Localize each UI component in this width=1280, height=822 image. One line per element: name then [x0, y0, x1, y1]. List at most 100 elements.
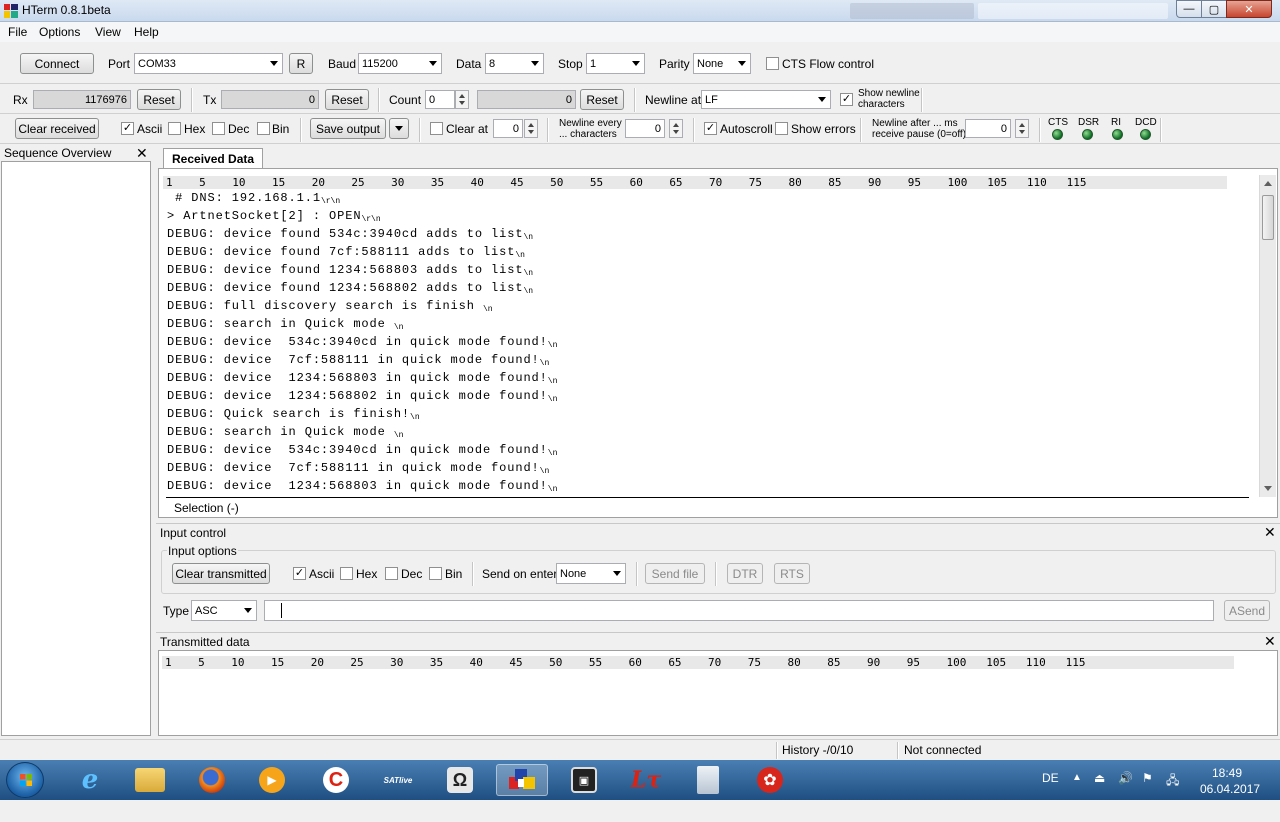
ascii-checkbox[interactable]: ✓ [121, 122, 134, 135]
received-scrollbar[interactable] [1259, 175, 1276, 497]
separator [472, 562, 474, 586]
media-player-icon[interactable]: ▶ [246, 764, 298, 796]
calculator-icon[interactable] [682, 764, 734, 796]
newline-marker: \n [547, 341, 558, 350]
terminal-line: DEBUG: device 1234:568802 in quick mode … [167, 389, 1252, 407]
input-bin-checkbox[interactable] [429, 567, 442, 580]
refresh-ports-button[interactable]: R [289, 53, 313, 74]
send-file-button[interactable]: Send file [645, 563, 705, 584]
dec-checkbox[interactable] [212, 122, 225, 135]
terminal-line: DEBUG: search in Quick mode \n [167, 425, 1252, 443]
bin-checkbox[interactable] [257, 122, 270, 135]
hex-label: Hex [184, 122, 206, 136]
newline-every-spinner[interactable] [669, 119, 683, 138]
scroll-thumb[interactable] [1262, 195, 1274, 240]
title-bar: HTerm 0.8.1beta — ▢ ✕ [0, 0, 1280, 22]
clear-at-checkbox[interactable] [430, 122, 443, 135]
hterm-taskbar-icon[interactable] [496, 764, 548, 796]
baud-select[interactable]: 115200 [358, 53, 442, 74]
stop-bits-select[interactable]: 1 [586, 53, 645, 74]
windows-logo-icon [20, 774, 32, 786]
terminal-line: DEBUG: device 7cf:588111 in quick mode f… [167, 461, 1252, 479]
clear-at-input[interactable]: 0 [493, 119, 523, 138]
sequence-overview-close-icon[interactable]: ✕ [136, 146, 148, 160]
hex-checkbox[interactable] [168, 122, 181, 135]
send-on-enter-select[interactable]: None [556, 563, 626, 584]
network-icon[interactable]: 🖧 [1166, 771, 1179, 811]
port-select[interactable]: COM33 [134, 53, 283, 74]
bug-app-icon[interactable]: ✿ [744, 764, 796, 796]
scroll-down-icon[interactable] [1264, 486, 1272, 491]
newline-after-spinner[interactable] [1015, 119, 1029, 138]
input-dec-checkbox[interactable] [385, 567, 398, 580]
clear-at-spinner[interactable] [524, 119, 538, 138]
cts-flow-checkbox[interactable] [766, 57, 779, 70]
clear-received-button[interactable]: Clear received [15, 118, 99, 139]
ccleaner-icon[interactable]: C [310, 764, 362, 796]
rts-button[interactable]: RTS [774, 563, 810, 584]
type-select[interactable]: ASC [191, 600, 257, 621]
language-indicator[interactable]: DE [1042, 771, 1059, 811]
terminal-line-text: DEBUG: device 7cf:588111 in quick mode f… [167, 353, 540, 367]
data-bits-label: Data [456, 57, 482, 71]
terminal-line-text: DEBUG: device 1234:568803 in quick mode … [167, 371, 548, 385]
count-reset-button[interactable]: Reset [580, 89, 624, 110]
ltspice-icon[interactable]: Lτ [620, 764, 672, 796]
usb-device-icon[interactable]: ⏏ [1094, 771, 1105, 811]
asend-button[interactable]: ASend [1224, 600, 1270, 621]
scroll-up-icon[interactable] [1264, 181, 1272, 186]
file-explorer-icon[interactable] [124, 764, 176, 796]
chevron-down-icon [613, 571, 621, 576]
tab-received-data[interactable]: Received Data [163, 148, 264, 168]
rx-reset-button[interactable]: Reset [137, 89, 181, 110]
input-hex-checkbox[interactable] [340, 567, 353, 580]
terminal-app-icon[interactable]: ▣ [558, 764, 610, 796]
separator [547, 118, 549, 142]
windows-start-button[interactable] [6, 762, 44, 798]
menu-file[interactable]: File [8, 25, 27, 39]
send-input[interactable] [264, 600, 1214, 621]
omega-icon[interactable]: Ω [434, 764, 486, 796]
transmitted-data-close-icon[interactable]: ✕ [1264, 634, 1276, 648]
show-newline-checkbox[interactable]: ✓ [840, 93, 853, 106]
newline-after-input[interactable]: 0 [965, 119, 1011, 138]
menu-help[interactable]: Help [134, 25, 159, 39]
dtr-button[interactable]: DTR [727, 563, 763, 584]
firefox-icon[interactable] [186, 764, 238, 796]
show-errors-checkbox[interactable] [775, 122, 788, 135]
maximize-button[interactable]: ▢ [1201, 0, 1227, 18]
stop-bits-label: Stop [558, 57, 583, 71]
menu-options[interactable]: Options [39, 25, 80, 39]
count-spinner[interactable] [455, 90, 469, 109]
count-input[interactable]: 0 [425, 90, 455, 109]
tray-expand-icon[interactable]: ▲ [1072, 772, 1082, 812]
terminal-line: DEBUG: device 1234:568803 in quick mode … [167, 479, 1252, 493]
chevron-down-icon [244, 608, 252, 613]
menu-view[interactable]: View [95, 25, 121, 39]
close-button[interactable]: ✕ [1226, 0, 1272, 18]
clock-date[interactable]: 06.04.2017 [1200, 782, 1260, 822]
save-output-button[interactable]: Save output [310, 118, 386, 139]
parity-select[interactable]: None [693, 53, 751, 74]
volume-icon[interactable]: 🔊 [1118, 771, 1133, 811]
chevron-down-icon [395, 126, 403, 131]
autoscroll-checkbox[interactable]: ✓ [704, 122, 717, 135]
cts-flow-label: CTS Flow control [782, 57, 875, 71]
data-bits-select[interactable]: 8 [485, 53, 544, 74]
newline-at-select[interactable]: LF [701, 90, 831, 109]
internet-explorer-icon[interactable]: e [64, 764, 116, 796]
action-center-icon[interactable]: ⚑ [1142, 771, 1153, 811]
received-terminal[interactable]: # DNS: 192.168.1.1\r\n > ArtnetSocket[2] … [167, 191, 1252, 493]
input-control-close-icon[interactable]: ✕ [1264, 525, 1276, 539]
connect-button[interactable]: Connect [20, 53, 94, 74]
separator [921, 88, 923, 112]
clear-transmitted-button[interactable]: Clear transmitted [172, 563, 270, 584]
satlive-icon[interactable]: SATlive [372, 764, 424, 796]
newline-every-input[interactable]: 0 [625, 119, 665, 138]
minimize-button[interactable]: — [1176, 0, 1202, 18]
chevron-down-icon [818, 97, 826, 102]
input-ascii-checkbox[interactable]: ✓ [293, 567, 306, 580]
tx-reset-button[interactable]: Reset [325, 89, 369, 110]
newline-marker: \n [523, 233, 534, 242]
save-output-dropdown[interactable] [389, 118, 409, 139]
